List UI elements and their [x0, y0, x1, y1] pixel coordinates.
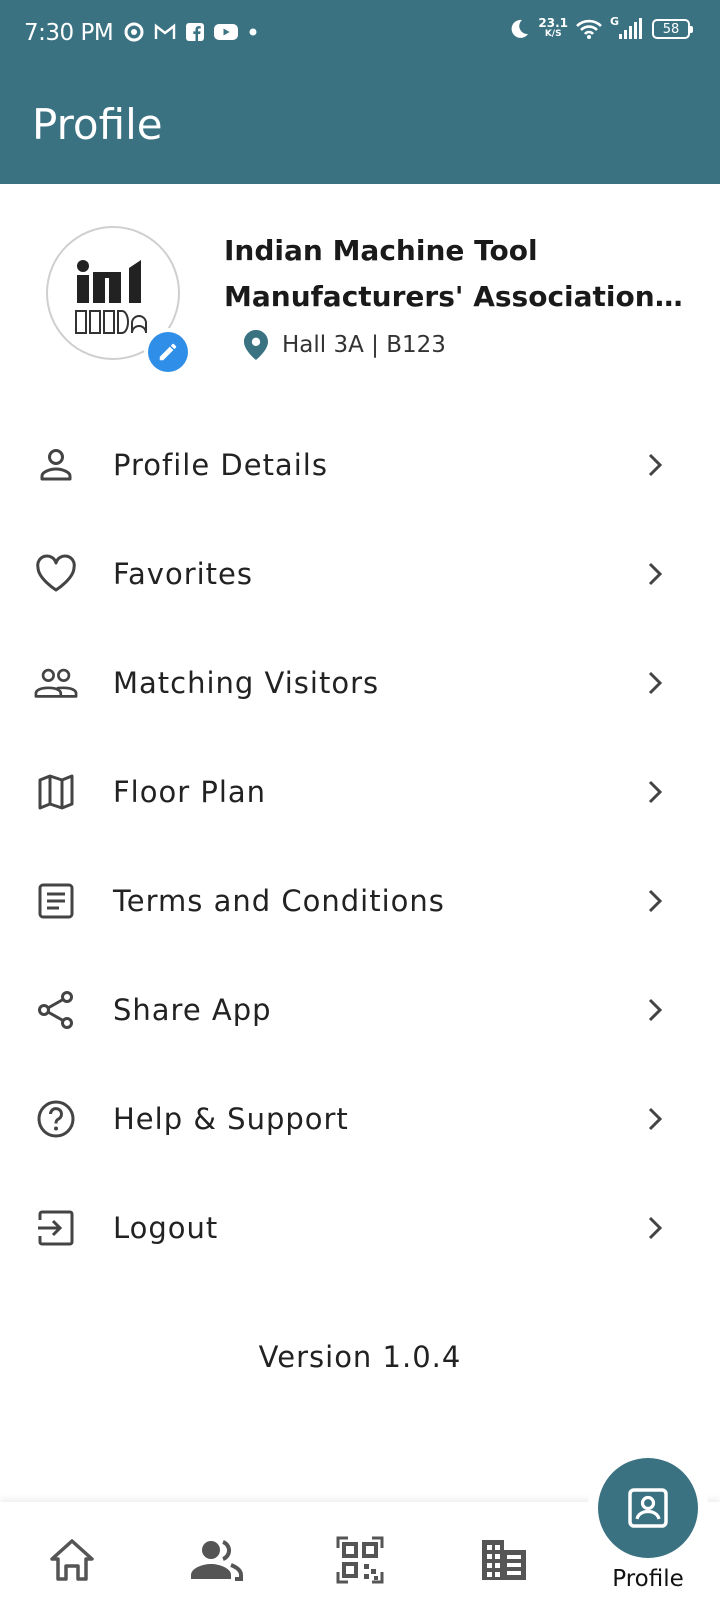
nav-profile-button[interactable] [598, 1458, 698, 1558]
qr-code-icon [336, 1536, 384, 1584]
network-speed: 23.1 K/S [538, 16, 568, 39]
status-bar: 7:30 PM 23.1 K/S G 58 [0, 0, 720, 72]
pencil-icon [159, 343, 177, 361]
facebook-icon [186, 23, 204, 41]
app-bar: Profile [0, 72, 720, 184]
menu-item-label: Help & Support [113, 1102, 349, 1136]
booth-location: Hall 3A | B123 [244, 330, 446, 360]
building-icon [482, 1540, 526, 1580]
system-icons: 23.1 K/S G 58 [508, 15, 693, 40]
app-version: Version 1.0.4 [258, 1340, 462, 1374]
menu-item-floor-plan[interactable]: Floor Plan [0, 736, 720, 848]
menu-item-logout[interactable]: Logout [0, 1172, 720, 1284]
chevron-right-icon [648, 780, 663, 804]
help-icon [34, 1097, 78, 1141]
menu-item-label: Floor Plan [113, 775, 267, 809]
chevron-right-icon [648, 1107, 663, 1131]
location-text: Hall 3A | B123 [282, 332, 446, 358]
menu-item-matching-visitors[interactable]: Matching Visitors [0, 627, 720, 739]
people-icon [191, 1540, 243, 1581]
status-time: 7:30 PM [24, 20, 114, 46]
chevron-right-icon [648, 562, 663, 586]
menu-item-label: Favorites [113, 557, 253, 591]
chevron-right-icon [648, 671, 663, 695]
menu-item-label: Matching Visitors [113, 666, 380, 700]
heart-icon [34, 552, 78, 596]
nav-people[interactable] [188, 1532, 244, 1588]
menu-item-label: Terms and Conditions [113, 884, 445, 918]
page-title: Profile [32, 100, 163, 149]
home-icon [50, 1539, 94, 1581]
chevron-right-icon [648, 453, 663, 477]
moon-icon [511, 19, 529, 38]
menu-item-label: Profile Details [113, 448, 328, 482]
document-icon [34, 879, 78, 923]
chevron-right-icon [648, 1216, 663, 1240]
nav-profile-label: Profile [612, 1566, 684, 1592]
location-pin-icon [244, 330, 268, 360]
menu-item-help-support[interactable]: Help & Support [0, 1063, 720, 1175]
share-icon [34, 988, 78, 1032]
person-icon [34, 443, 78, 487]
chevron-right-icon [648, 889, 663, 913]
dot-icon [249, 28, 257, 36]
menu-item-profile-details[interactable]: Profile Details [0, 409, 720, 521]
edit-avatar-button[interactable] [144, 328, 192, 376]
nav-home[interactable] [44, 1532, 100, 1588]
menu-item-share-app[interactable]: Share App [0, 954, 720, 1066]
youtube-icon [214, 24, 238, 40]
signal-icon: G [610, 15, 644, 40]
profile-card-icon [628, 1488, 668, 1528]
menu-item-terms-and-conditions[interactable]: Terms and Conditions [0, 845, 720, 957]
menu-item-label: Logout [113, 1211, 219, 1245]
gmail-icon [154, 23, 176, 39]
battery-indicator: 58 [652, 19, 693, 39]
sync-icon [124, 22, 144, 42]
people-icon [34, 661, 78, 705]
chevron-right-icon [648, 998, 663, 1022]
logout-icon [34, 1206, 78, 1250]
organization-name: Indian Machine Tool Manufacturers' Assoc… [224, 234, 684, 313]
notification-icons [124, 22, 258, 42]
nav-exhibitors[interactable] [476, 1532, 532, 1588]
wifi-icon [576, 19, 602, 39]
menu-item-favorites[interactable]: Favorites [0, 518, 720, 630]
nav-scan[interactable] [332, 1532, 388, 1588]
map-icon [34, 770, 78, 814]
menu-item-label: Share App [113, 993, 272, 1027]
